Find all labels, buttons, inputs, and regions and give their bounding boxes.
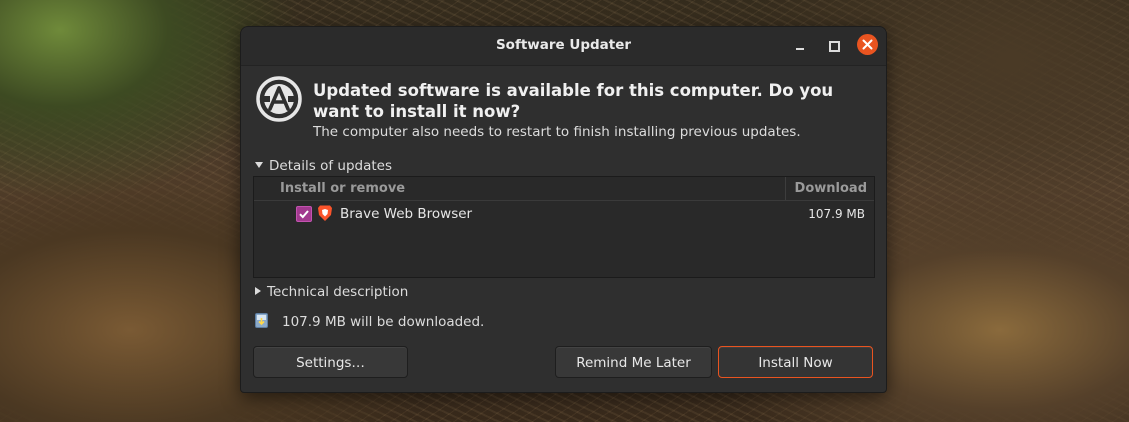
download-size-summary: 107.9 MB will be downloaded. bbox=[282, 314, 485, 330]
list-item[interactable]: Brave Web Browser 107.9 MB bbox=[254, 201, 874, 225]
updates-list[interactable]: Install or remove Download Brave Web Bro… bbox=[253, 176, 875, 278]
minimize-button[interactable] bbox=[789, 35, 811, 57]
install-now-button[interactable]: Install Now bbox=[718, 346, 873, 378]
restart-notice: The computer also needs to restart to fi… bbox=[313, 124, 801, 140]
column-header-download[interactable]: Download bbox=[788, 177, 874, 200]
list-header: Install or remove Download bbox=[254, 177, 874, 201]
column-header-install[interactable]: Install or remove bbox=[254, 177, 786, 200]
maximize-button[interactable] bbox=[823, 35, 845, 57]
update-checkbox[interactable] bbox=[296, 206, 312, 222]
technical-toggle-label: Technical description bbox=[267, 284, 409, 300]
download-icon bbox=[255, 313, 268, 328]
update-headline: Updated software is available for this c… bbox=[313, 81, 834, 121]
settings-button[interactable]: Settings… bbox=[253, 346, 408, 378]
package-size: 107.9 MB bbox=[808, 207, 865, 221]
checkmark-icon bbox=[299, 210, 309, 219]
expander-open-icon bbox=[255, 162, 263, 168]
title-bar[interactable]: Software Updater bbox=[241, 27, 886, 66]
remind-me-later-button[interactable]: Remind Me Later bbox=[555, 346, 712, 378]
close-icon bbox=[862, 39, 873, 50]
details-of-updates-expander[interactable]: Details of updates bbox=[255, 158, 392, 174]
close-button[interactable] bbox=[857, 34, 878, 55]
details-toggle-label: Details of updates bbox=[269, 158, 392, 174]
technical-description-expander[interactable]: Technical description bbox=[251, 284, 408, 300]
software-updater-window: Software Updater Updated software is ava… bbox=[240, 26, 887, 393]
software-updater-icon bbox=[256, 76, 302, 122]
expander-closed-icon bbox=[255, 287, 261, 295]
brave-browser-icon bbox=[318, 205, 332, 221]
package-name: Brave Web Browser bbox=[340, 206, 473, 222]
